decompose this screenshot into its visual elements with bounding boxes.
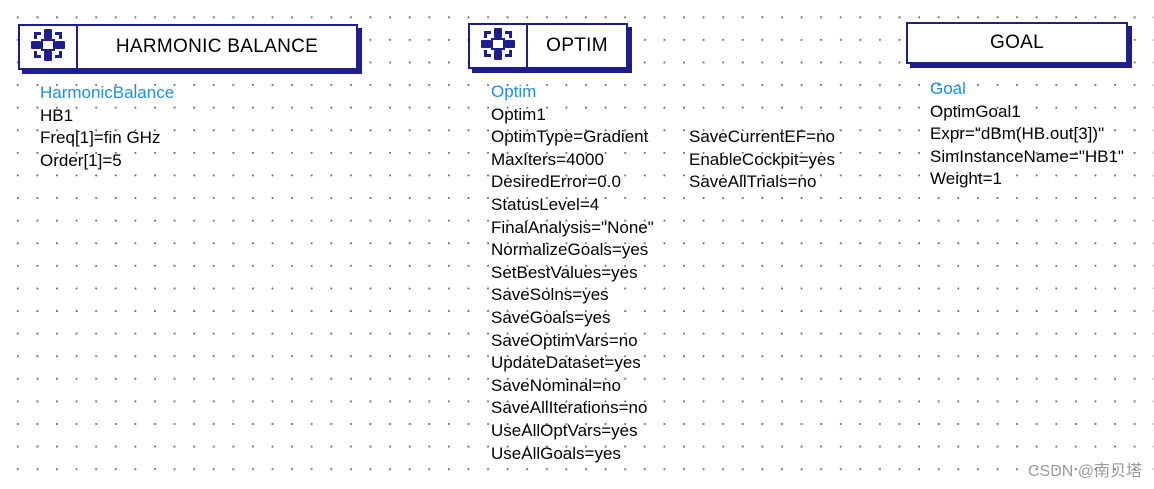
parameter-line[interactable]: Freq[1]=fin GHz xyxy=(40,127,174,150)
parameter-line[interactable]: SaveSolns=yes xyxy=(491,284,654,307)
parameter-line[interactable]: SaveAllTrials=no xyxy=(689,171,835,194)
parameter-line[interactable]: SaveOptimVars=no xyxy=(491,330,654,353)
goal-parameters[interactable]: Goal OptimGoal1 Expr="dBm(HB.out[3])" SimIn… xyxy=(930,78,1124,191)
parameter-line[interactable]: Order[1]=5 xyxy=(40,150,174,173)
parameter-line[interactable]: NormalizeGoals=yes xyxy=(491,239,654,262)
optim-parameters-column-2[interactable]: SaveCurrentEF=no EnableCockpit=yes SaveAll… xyxy=(689,126,835,194)
harmonic-balance-title: HARMONIC BALANCE xyxy=(115,36,319,57)
optim-icon-cell xyxy=(470,25,528,67)
parameter-line[interactable]: SaveNominal=no xyxy=(491,375,654,398)
ads-simulation-component-icon xyxy=(31,28,65,61)
parameter-line[interactable]: FinalAnalysis="None" xyxy=(491,217,654,240)
goal-title: GOAL xyxy=(990,32,1044,53)
parameter-line[interactable]: DesiredError=0.0 xyxy=(491,171,654,194)
parameter-line[interactable]: MaxIters=4000 xyxy=(491,149,654,172)
harmonic-balance-parameters[interactable]: HarmonicBalance HB1 Freq[1]=fin GHz Order[1… xyxy=(40,82,174,172)
parameter-line[interactable]: SaveAllIterations=no xyxy=(491,397,654,420)
optim-title: OPTIM xyxy=(546,35,608,56)
parameter-line[interactable]: Optim xyxy=(491,81,654,104)
goal-symbol[interactable]: GOAL xyxy=(906,22,1128,64)
parameter-line[interactable]: HB1 xyxy=(40,105,174,128)
optim-symbol[interactable]: OPTIM xyxy=(468,23,628,69)
ads-simulation-component-icon xyxy=(479,27,517,66)
parameter-line[interactable]: UseAllGoals=yes xyxy=(491,443,654,466)
parameter-line[interactable]: HarmonicBalance xyxy=(40,82,174,105)
parameter-line[interactable]: UseAllOptVars=yes xyxy=(491,420,654,443)
parameter-line[interactable]: SetBestValues=yes xyxy=(491,262,654,285)
optim-parameters-column-1[interactable]: Optim Optim1 OptimType=Gradient MaxIters=40… xyxy=(491,81,654,465)
parameter-line[interactable]: UpdateDataset=yes xyxy=(491,352,654,375)
parameter-line[interactable]: SaveCurrentEF=no xyxy=(689,126,835,149)
ads-simulation-component-icon xyxy=(481,27,515,60)
ads-simulation-component-icon xyxy=(29,28,67,67)
parameter-line[interactable]: EnableCockpit=yes xyxy=(689,149,835,172)
parameter-line[interactable]: OptimGoal1 xyxy=(930,101,1124,124)
watermark: CSDN @南贝塔 xyxy=(1027,463,1142,480)
harmonic-balance-icon-cell xyxy=(20,26,78,68)
parameter-line[interactable]: Weight=1 xyxy=(930,168,1124,191)
parameter-line[interactable]: Goal xyxy=(930,78,1124,101)
parameter-line[interactable]: StatusLevel=4 xyxy=(491,194,654,217)
parameter-line[interactable]: Optim1 xyxy=(491,104,654,127)
parameter-line[interactable]: SaveGoals=yes xyxy=(491,307,654,330)
parameter-line[interactable]: Expr="dBm(HB.out[3])" xyxy=(930,123,1124,146)
harmonic-balance-symbol[interactable]: HARMONIC BALANCE xyxy=(18,24,358,70)
parameter-line[interactable]: SimInstanceName="HB1" xyxy=(930,146,1124,169)
parameter-line[interactable]: OptimType=Gradient xyxy=(491,126,654,149)
